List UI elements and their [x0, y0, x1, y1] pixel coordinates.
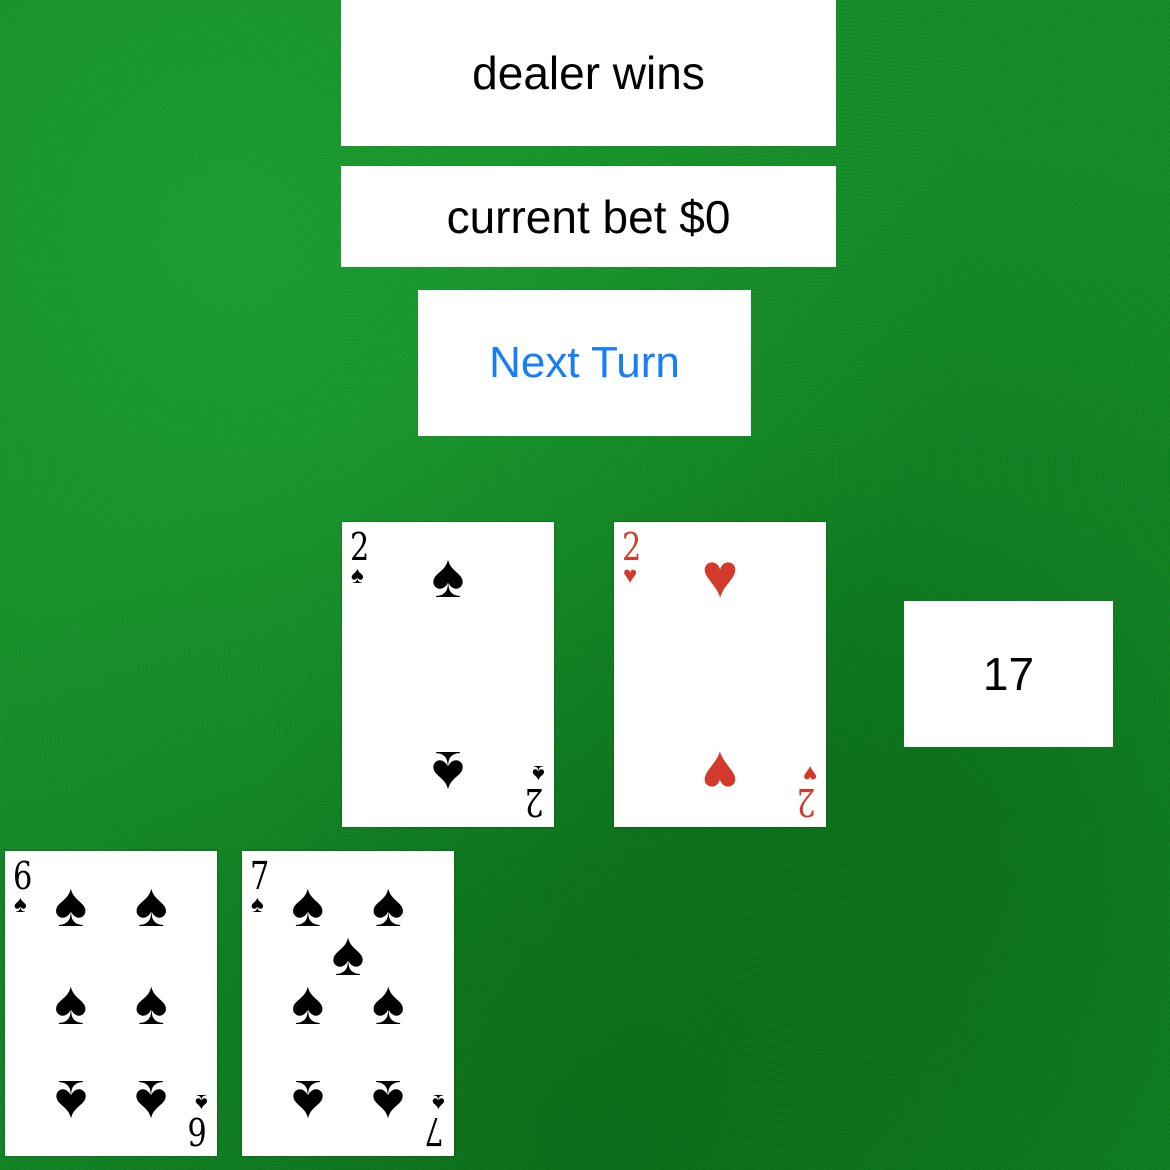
- suit-hearts-icon: ♥: [802, 760, 817, 787]
- playing-card-7-of-spades: 7 ♠ 7 ♠ ♠ ♠ ♠ ♠ ♠ ♠ ♠: [242, 851, 454, 1156]
- pip-spades-icon: ♠: [371, 870, 405, 940]
- playing-card-6-of-spades: 6 ♠ 6 ♠ ♠ ♠ ♠ ♠ ♠ ♠: [5, 851, 217, 1156]
- pip-spades-icon: ♠: [371, 1067, 405, 1137]
- suit-spades-icon: ♠: [432, 1089, 445, 1116]
- game-status-text: dealer wins: [472, 47, 705, 99]
- pip-spades-icon: ♠: [134, 870, 168, 940]
- pip-spades-icon: ♠: [431, 541, 465, 611]
- playing-card-2-of-hearts: 2 ♥ 2 ♥ ♥ ♥: [614, 522, 826, 827]
- pip-spades-icon: ♠: [54, 968, 88, 1038]
- suit-hearts-icon: ♥: [623, 562, 638, 589]
- suit-spades-icon: ♠: [251, 891, 264, 918]
- hand-score-value: 17: [982, 648, 1035, 700]
- next-turn-button[interactable]: Next Turn: [418, 290, 751, 436]
- current-bet-label: current bet $0: [341, 166, 836, 267]
- card-rank-top: 2: [350, 525, 370, 569]
- pip-hearts-icon: ♥: [701, 541, 739, 611]
- pip-spades-icon: ♠: [54, 1067, 88, 1137]
- card-rank-bottom: 7: [424, 1109, 444, 1153]
- pip-spades-icon: ♠: [371, 968, 405, 1038]
- pip-hearts-icon: ♥: [701, 738, 739, 808]
- pip-spades-icon: ♠: [291, 1067, 325, 1137]
- suit-spades-icon: ♠: [195, 1089, 208, 1116]
- card-rank-top: 6: [13, 854, 33, 898]
- hand-score-box: 17: [904, 601, 1113, 747]
- card-rank-bottom: 2: [524, 780, 544, 824]
- suit-spades-icon: ♠: [14, 891, 27, 918]
- pip-spades-icon: ♠: [431, 738, 465, 808]
- pip-spades-icon: ♠: [134, 968, 168, 1038]
- next-turn-button-label: Next Turn: [489, 338, 680, 387]
- card-rank-bottom: 6: [187, 1109, 207, 1153]
- game-status-label: dealer wins: [341, 0, 836, 146]
- suit-spades-icon: ♠: [351, 562, 364, 589]
- card-rank-bottom: 2: [796, 780, 816, 824]
- pip-spades-icon: ♠: [291, 968, 325, 1038]
- pip-spades-icon: ♠: [134, 1067, 168, 1137]
- current-bet-text: current bet $0: [446, 190, 731, 243]
- card-rank-top: 7: [250, 854, 270, 898]
- suit-spades-icon: ♠: [532, 760, 545, 787]
- pip-spades-icon: ♠: [54, 870, 88, 940]
- pip-spades-icon: ♠: [331, 919, 365, 989]
- pip-spades-icon: ♠: [291, 870, 325, 940]
- card-rank-top: 2: [622, 525, 642, 569]
- playing-card-2-of-spades: 2 ♠ 2 ♠ ♠ ♠: [342, 522, 554, 827]
